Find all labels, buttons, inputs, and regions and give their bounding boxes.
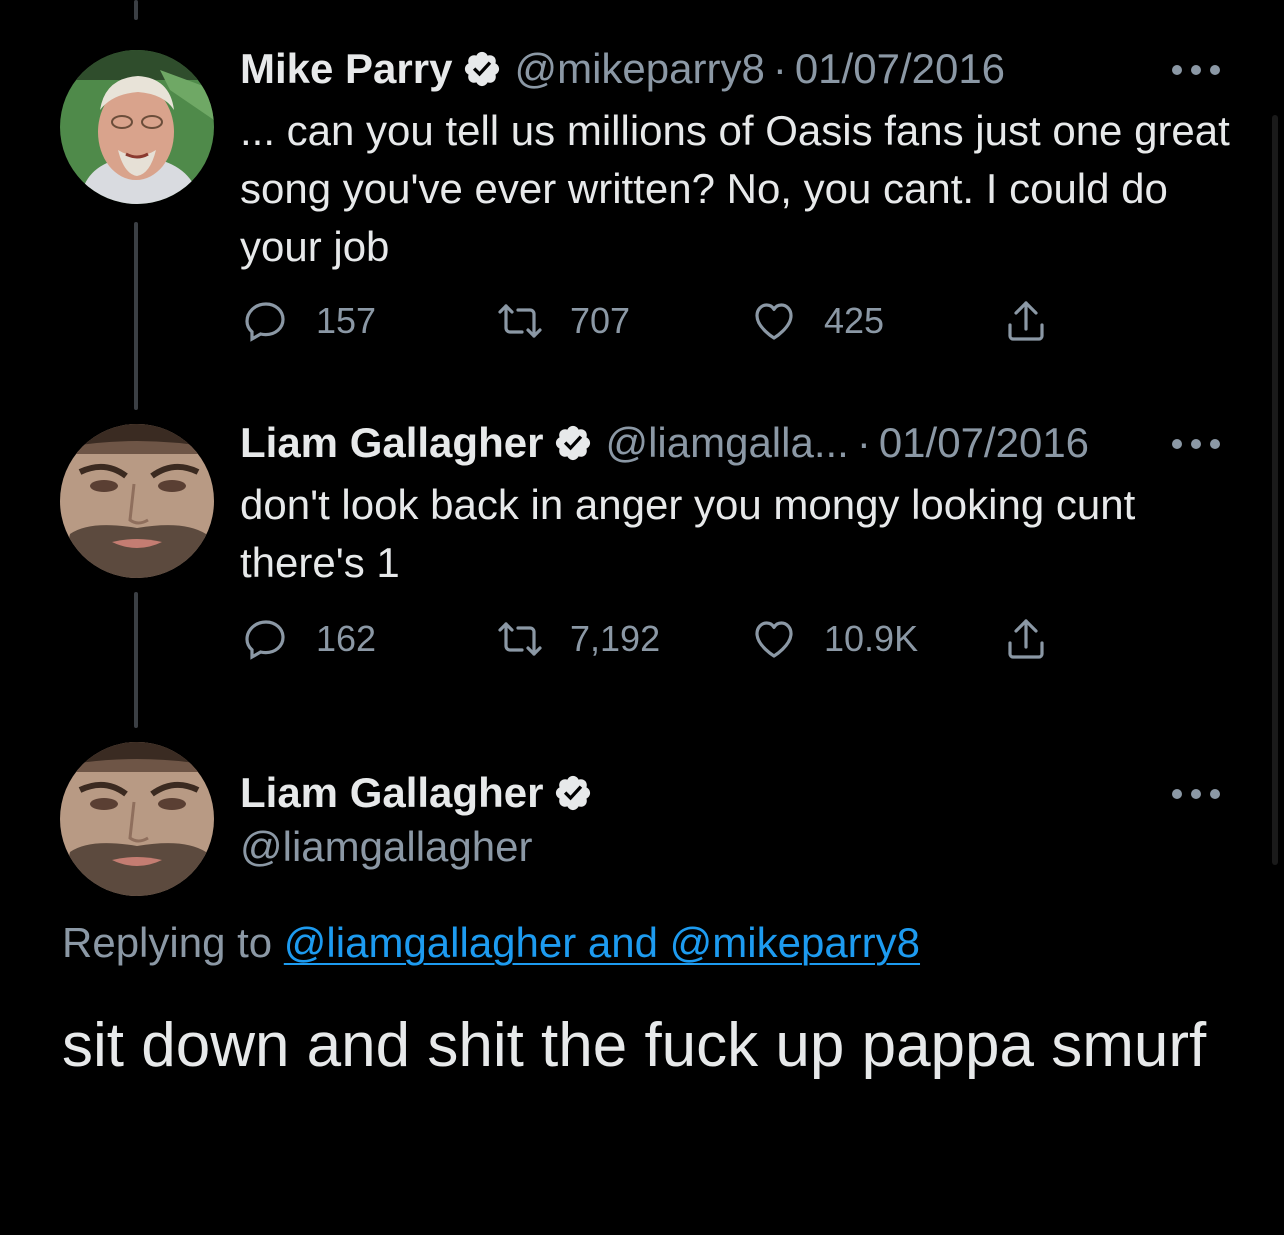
scrollbar[interactable] — [1272, 115, 1278, 865]
tweet-1-retweet-button[interactable]: 707 — [496, 296, 630, 346]
tweet-1-reply-count: 157 — [316, 300, 377, 341]
tweet-1-handle[interactable]: @mikeparry8 — [514, 44, 764, 94]
liam-gallagher-photo — [60, 742, 214, 896]
tweet-2-separator: · — [856, 419, 871, 466]
tweet-1-like-button[interactable]: 425 — [750, 296, 884, 346]
reply-icon — [245, 620, 285, 660]
liam-gallagher-photo — [60, 424, 214, 578]
tweet-1-date[interactable]: 01/07/2016 — [795, 44, 1005, 94]
verified-badge-icon — [553, 773, 593, 813]
tweet-2-reply-button[interactable]: 162 — [242, 614, 376, 664]
tweet-2-header: Liam Gallagher @liamgalla... · 01/07/201… — [240, 418, 1089, 468]
main-tweet-more-icon[interactable] — [1172, 784, 1220, 804]
heart-icon — [755, 303, 793, 340]
replying-to-link[interactable]: @liamgallagher and @mikeparry8 — [284, 919, 920, 966]
thread-line-1 — [134, 222, 138, 410]
main-tweet-name-row: Liam Gallagher — [240, 768, 605, 818]
share-icon — [1008, 301, 1044, 341]
mike-parry-photo — [60, 50, 214, 204]
main-tweet-text: sit down and shit the fuck up pappa smur… — [62, 1011, 1207, 1080]
reply-icon — [245, 302, 285, 342]
verified-badge-icon — [553, 423, 593, 463]
tweet-2-author-name[interactable]: Liam Gallagher — [240, 418, 543, 468]
tweet-1-author-name[interactable]: Mike Parry — [240, 44, 452, 94]
main-tweet-handle[interactable]: @liamgallagher — [240, 822, 532, 872]
main-tweet-author-name[interactable]: Liam Gallagher — [240, 768, 543, 818]
verified-badge-icon — [462, 49, 502, 89]
tweet-1-separator: · — [772, 45, 787, 92]
tweet-1-retweet-count: 707 — [570, 300, 631, 341]
tweet-2-date[interactable]: 01/07/2016 — [879, 418, 1089, 468]
heart-icon — [755, 621, 793, 658]
tweet-2-handle[interactable]: @liamgalla... — [605, 418, 848, 468]
tweet-2-share-button[interactable] — [1002, 614, 1076, 664]
tweet-2-more-icon[interactable] — [1172, 434, 1220, 454]
tweet-1-more-icon[interactable] — [1172, 60, 1220, 80]
retweet-icon — [498, 304, 542, 338]
avatar-mike-parry[interactable] — [60, 50, 214, 204]
retweet-icon — [498, 622, 542, 656]
tweet-2-retweet-count: 7,192 — [570, 618, 661, 659]
tweet-2-reply-count: 162 — [316, 618, 377, 659]
avatar-liam-gallagher[interactable] — [60, 424, 214, 578]
tweet-1-share-button[interactable] — [1002, 296, 1076, 346]
thread-line-2 — [134, 592, 138, 728]
tweet-1-text: ... can you tell us millions of Oasis fa… — [240, 107, 1230, 270]
share-icon — [1008, 619, 1044, 659]
tweet-2-like-count: 10.9K — [824, 618, 919, 659]
tweet-1-like-count: 425 — [824, 300, 885, 341]
replying-to-prefix: Replying to — [62, 919, 284, 966]
tweet-2-text: don't look back in anger you mongy looki… — [240, 481, 1136, 586]
replying-to: Replying to @liamgallagher and @mikeparr… — [62, 915, 920, 971]
main-tweet-handle-row: @liamgallagher — [240, 822, 532, 872]
avatar-liam-gallagher-main[interactable] — [60, 742, 214, 896]
tweet-2-retweet-button[interactable]: 7,192 — [496, 614, 660, 664]
tweet-2-like-button[interactable]: 10.9K — [750, 614, 918, 664]
thread-line-top — [134, 0, 138, 20]
tweet-1-header: Mike Parry @mikeparry8 · 01/07/2016 — [240, 44, 1005, 94]
tweet-1-reply-button[interactable]: 157 — [242, 296, 376, 346]
